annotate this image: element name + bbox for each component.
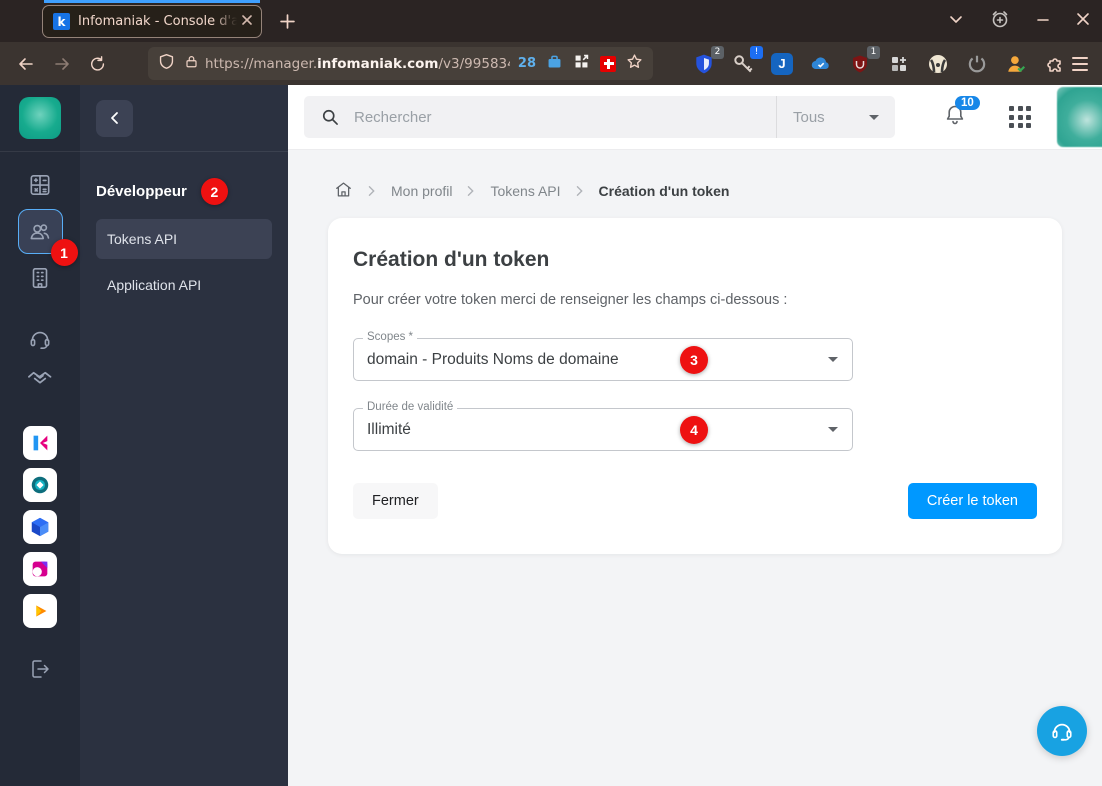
tab-title: Infomaniak - Console d'adm (78, 14, 237, 29)
sidebar-item-organization[interactable] (25, 263, 55, 293)
chevron-down-icon (869, 114, 879, 120)
tab-list-chevron-icon[interactable] (948, 11, 964, 32)
token-creation-card: Création d'un token Pour créer votre tok… (328, 218, 1062, 554)
hamburger-menu-icon[interactable] (1072, 56, 1088, 71)
validity-label: Durée de validité (363, 401, 458, 413)
app-icon-kmeet[interactable] (23, 552, 57, 586)
sidebar-item-support[interactable] (25, 324, 55, 354)
extension-ublock-icon[interactable]: 1 (847, 45, 880, 77)
annotation-badge-3: 3 (680, 345, 708, 374)
extension-bitwarden-icon[interactable]: 2 (691, 45, 724, 77)
search-icon (304, 107, 354, 127)
extension-cloud-icon[interactable] (808, 51, 834, 77)
extension-row: 2 ! J 1 (691, 45, 1068, 77)
main-area: Tous 10 Mon profil (288, 85, 1102, 786)
org-logo-wrap[interactable] (0, 85, 80, 152)
breadcrumb-item-profile[interactable]: Mon profil (391, 183, 452, 199)
extension-account-check-icon[interactable] (1003, 51, 1029, 77)
chevron-right-icon (367, 185, 377, 197)
breadcrumb-item-current: Création d'un token (598, 183, 730, 199)
close-button[interactable]: Fermer (353, 483, 438, 519)
extension-key-icon[interactable]: ! (730, 45, 763, 77)
extension-power-icon[interactable] (964, 51, 990, 77)
active-tab-indicator (44, 0, 260, 3)
tab-favicon: k (53, 13, 70, 30)
browser-titlebar: k Infomaniak - Console d'adm (0, 0, 1102, 42)
nav-item-application-api[interactable]: Application API (96, 265, 272, 305)
chevron-right-icon (466, 185, 476, 197)
logout-icon[interactable] (25, 654, 55, 684)
breadcrumb-item-tokens[interactable]: Tokens API (490, 183, 560, 199)
search-scope-select[interactable]: Tous (776, 96, 895, 138)
tab-close-icon[interactable] (241, 14, 253, 30)
annotation-badge-2: 2 (200, 178, 228, 205)
sidebar-back-button[interactable] (96, 99, 133, 137)
containers-grid-icon[interactable] (573, 53, 590, 74)
lock-icon[interactable] (184, 54, 199, 73)
tracking-protection-shield-icon[interactable] (158, 53, 175, 74)
notification-count-badge: 10 (955, 95, 980, 110)
sidebar-item-products[interactable] (25, 170, 55, 200)
bookmark-star-icon[interactable] (626, 53, 643, 74)
app-icon-kdrive[interactable] (23, 468, 57, 502)
reload-button[interactable] (86, 52, 110, 76)
new-tab-button[interactable] (276, 10, 298, 32)
annotation-badge-4: 4 (680, 415, 708, 444)
annotation-badge-1: 1 (50, 239, 78, 266)
secondary-sidebar: Développeur 2 Tokens API Application API (80, 85, 288, 786)
screen: k Infomaniak - Console d'adm (0, 0, 1102, 786)
extension-split-tabs-icon[interactable] (886, 51, 912, 77)
primary-sidebar: 1 (0, 85, 80, 786)
close-window-button[interactable] (1076, 12, 1090, 31)
breadcrumb: Mon profil Tokens API Création d'un toke… (288, 150, 1102, 202)
card-description: Pour créer votre token merci de renseign… (353, 292, 788, 308)
organization-logo[interactable] (19, 97, 61, 139)
minimize-button[interactable] (1036, 12, 1050, 31)
forward-button[interactable] (50, 52, 74, 76)
apps-grid-icon[interactable] (1009, 106, 1031, 128)
notifications-button[interactable]: 10 (943, 95, 980, 132)
scopes-label: Scopes * (363, 331, 418, 343)
container-briefcase-icon (546, 53, 563, 74)
url-text[interactable]: https://manager.infomaniak.com/v3/995834… (205, 56, 510, 72)
browser-tab[interactable]: k Infomaniak - Console d'adm (42, 5, 262, 38)
app-topbar: Tous 10 (288, 85, 1102, 150)
back-button[interactable] (14, 52, 38, 76)
alarm-clock-icon[interactable] (990, 9, 1010, 34)
url-bar[interactable]: https://manager.infomaniak.com/v3/995834… (148, 47, 653, 80)
search-bar[interactable]: Tous (304, 96, 895, 138)
infomaniak-app: 1 Développeur 2 Tokens API Application A… (0, 85, 1102, 786)
validity-value: Illimité (367, 420, 411, 438)
extension-joplin-icon[interactable]: J (769, 51, 795, 77)
chevron-down-icon (828, 427, 838, 432)
nav-item-tokens-api[interactable]: Tokens API (96, 219, 272, 259)
container-tab-count: 28 (517, 56, 536, 71)
scopes-value: domain - Produits Noms de domaine (367, 350, 619, 368)
extension-privacy-badger-icon[interactable] (925, 51, 951, 77)
app-icon-ksuite-cube[interactable] (23, 510, 57, 544)
card-title: Création d'un token (353, 248, 550, 271)
app-icon-kchat[interactable] (23, 426, 57, 460)
nav-section-heading: Développeur (96, 183, 187, 200)
search-input[interactable] (354, 108, 776, 126)
sidebar-item-users[interactable]: 1 (17, 209, 78, 266)
create-token-button[interactable]: Créer le token (907, 483, 1037, 519)
swiss-flag-icon[interactable] (600, 55, 616, 72)
home-icon[interactable] (334, 180, 353, 202)
sidebar-item-partner[interactable] (25, 363, 55, 393)
chevron-right-icon (575, 185, 585, 197)
chevron-down-icon (828, 357, 838, 362)
browser-toolbar: https://manager.infomaniak.com/v3/995834… (0, 42, 1102, 85)
scopes-select[interactable]: Scopes * domain - Produits Noms de domai… (353, 331, 853, 381)
page-content: Mon profil Tokens API Création d'un toke… (288, 150, 1102, 786)
validity-select[interactable]: Durée de validité Illimité 4 (353, 401, 853, 451)
extensions-puzzle-icon[interactable] (1042, 51, 1068, 77)
search-scope-value: Tous (793, 108, 825, 126)
user-avatar[interactable] (1057, 87, 1102, 147)
support-headset-fab[interactable] (1037, 706, 1087, 756)
app-icon-vod[interactable] (23, 594, 57, 628)
